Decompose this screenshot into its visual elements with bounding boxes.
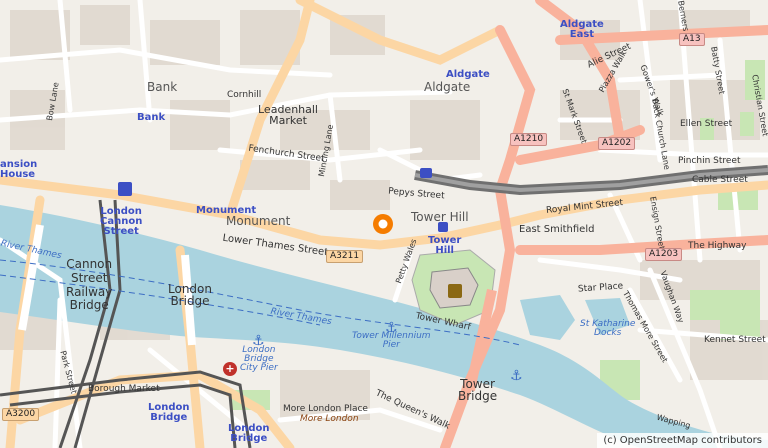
- station-label-london-bridge: London Bridge: [148, 402, 190, 423]
- road-ref-a3200: A3200: [2, 408, 40, 421]
- road-ref-a13: A13: [679, 33, 705, 46]
- place-label-london-bridge: London Bridge: [168, 282, 212, 308]
- water-label-lb-pier: London Bridge City Pier: [240, 345, 278, 373]
- street-label-the-highway: The Highway: [688, 241, 747, 251]
- station-label-london-bridge-2: London Bridge: [228, 423, 270, 444]
- svg-text:⚓: ⚓: [510, 368, 523, 384]
- place-label-monument: Monument: [226, 214, 291, 228]
- station-label-monument: Monument: [196, 205, 257, 216]
- location-pin-icon: [373, 214, 393, 234]
- location-marker[interactable]: [372, 213, 394, 235]
- street-label-pinchin: Pinchin Street: [678, 156, 741, 166]
- hospital-icon: +: [223, 362, 237, 376]
- street-label-borough-market: Borough Market: [88, 384, 160, 394]
- road-ref-a1210: A1210: [510, 133, 548, 146]
- road-ref-a3211: A3211: [326, 250, 364, 263]
- water-label-st-katharine: St Katharine Docks: [580, 319, 636, 338]
- map-view[interactable]: ⚓ ⚓ ⚓ + Bank Aldgate Leadenhall Market M…: [0, 0, 768, 448]
- street-label-kennet: Kennet Street: [704, 335, 766, 345]
- station-label-aldgate: Aldgate: [446, 69, 490, 80]
- station-label-bank: Bank: [137, 112, 166, 123]
- dlr-station-icon: [420, 168, 432, 178]
- station-label-aldgate-east: Aldgate East: [560, 19, 604, 40]
- station-label-tower-hill: Tower Hill: [428, 235, 462, 256]
- place-label-aldgate: Aldgate: [424, 80, 471, 94]
- place-label-leadenhall: Leadenhall Market: [258, 103, 318, 127]
- station-label-london-cannon: London Cannon Street: [100, 206, 143, 237]
- place-label-tower-bridge: Tower Bridge: [458, 377, 498, 403]
- street-label-cornhill: Cornhill: [227, 90, 262, 100]
- place-label-mansion-house: ansion House: [0, 159, 38, 180]
- train-station-icon: [118, 182, 132, 196]
- road-ref-a1203: A1203: [645, 248, 683, 261]
- map-attribution[interactable]: (c) OpenStreetMap contributors: [597, 433, 768, 448]
- water-label-tower-pier: Tower Millennium Pier: [352, 331, 431, 350]
- place-label-bank: Bank: [147, 80, 178, 94]
- poi-label-more-london: More London: [300, 414, 359, 424]
- place-label-east-smithfield: East Smithfield: [519, 224, 595, 235]
- castle-icon: [448, 284, 462, 298]
- road-ref-a1202: A1202: [598, 137, 636, 150]
- street-label-cable: Cable Street: [692, 175, 748, 185]
- place-label-tower-hill: Tower Hill: [411, 210, 469, 224]
- street-label-ellen: Ellen Street: [680, 119, 733, 129]
- place-label-cannon-street-bridge: Cannon Street Railway Bridge: [66, 257, 113, 313]
- street-label-more-london-place: More London Place: [283, 404, 368, 414]
